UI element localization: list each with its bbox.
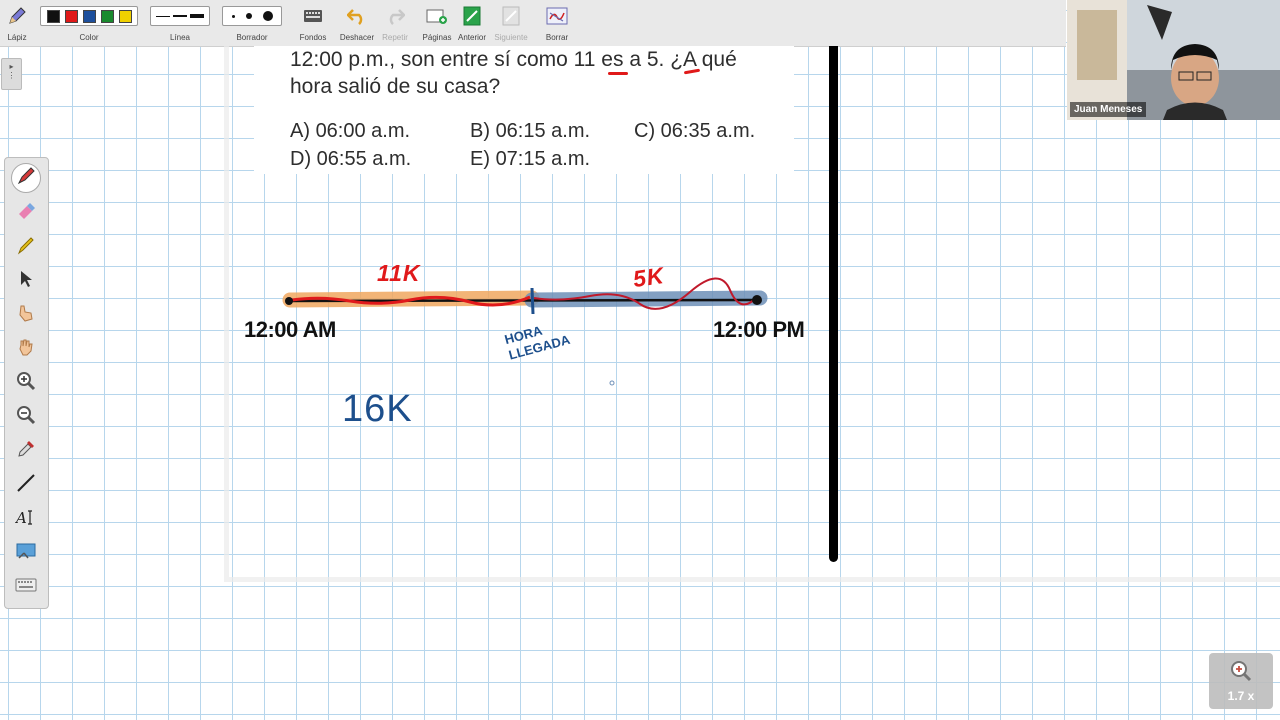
zoom-level-label: 1.7 x [1227, 689, 1255, 703]
timeline-start-point [285, 297, 293, 305]
label-start-time: 12:00 AM [244, 317, 336, 342]
label-5k: 5K [631, 261, 666, 293]
arrival-tick-mark [530, 287, 535, 315]
timeline-end-point [752, 295, 762, 305]
label-11k: 11K [377, 260, 421, 286]
stray-dot [609, 380, 615, 386]
zoom-widget[interactable]: 1.7 x [1209, 653, 1273, 709]
webcam-feed: Juan Meneses [1067, 0, 1280, 120]
zoom-magnifier-icon [1229, 659, 1253, 688]
label-16k: 16K [342, 388, 413, 430]
webcam-participant-name: Juan Meneses [1070, 102, 1147, 117]
label-end-time: 12:00 PM [713, 317, 805, 342]
